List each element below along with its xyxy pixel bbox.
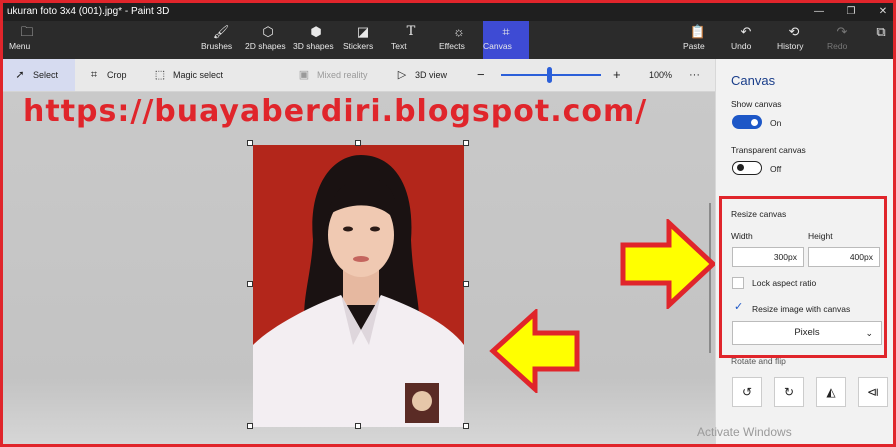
toggle-knob <box>751 118 758 126</box>
resize-handle-top-left[interactable] <box>247 140 253 146</box>
toolbar: ➚ Select ⌗ Crop ⬚ Magic select ▣ Mixed reali… <box>3 59 715 92</box>
window-title: ukuran foto 3x4 (001).jpg* - Paint 3D <box>7 6 170 17</box>
panel-toggle-button[interactable]: ⧉ <box>869 21 893 59</box>
3d-view-icon: ▷ <box>397 69 407 81</box>
zoom-out-button[interactable]: − <box>477 59 485 91</box>
canvas-icon: ⌗ <box>502 24 510 39</box>
3d-shapes-icon: ⬢ <box>310 24 322 39</box>
resize-handle-bottom-right[interactable] <box>463 423 469 429</box>
tab-brushes[interactable]: 🖌 Brushes <box>201 21 241 59</box>
undo-icon: ↶ <box>740 24 752 39</box>
cursor-icon: ➚ <box>15 69 25 81</box>
effects-icon: ☼ <box>453 24 465 39</box>
more-options-button[interactable]: ··· <box>689 59 700 91</box>
resize-handle-bottom-left[interactable] <box>247 423 253 429</box>
history-icon: ⟲ <box>788 24 800 39</box>
rotate-right-button[interactable]: ↻ <box>774 377 804 407</box>
magic-select-icon: ⬚ <box>154 69 166 81</box>
left-arrow-annotation <box>489 309 580 393</box>
resize-handle-top[interactable] <box>355 140 361 146</box>
zoom-level: 100% <box>649 70 673 80</box>
paste-button[interactable]: 📋 Paste <box>683 21 713 59</box>
ribbon: 🗀 Menu 🖌 Brushes ⬡ 2D shapes ⬢ 3D shapes… <box>3 21 893 59</box>
brush-icon: 🖌 <box>212 24 230 39</box>
resize-handle-left[interactable] <box>247 281 253 287</box>
crop-icon: ⌗ <box>90 69 98 81</box>
text-icon: T <box>406 24 416 39</box>
folder-icon: 🗀 <box>20 24 34 39</box>
3d-view-button[interactable]: ▷ 3D view <box>395 59 447 91</box>
transparent-canvas-label: Transparent canvas <box>731 145 806 155</box>
panel-title: Canvas <box>731 73 776 88</box>
app-window: ukuran foto 3x4 (001).jpg* - Paint 3D — … <box>0 0 896 447</box>
flip-vertical-icon: ⧏ <box>867 385 879 399</box>
2d-shapes-icon: ⬡ <box>262 24 274 39</box>
tab-text[interactable]: T Text <box>391 21 431 59</box>
activate-windows-watermark: Activate Windows <box>697 425 792 439</box>
transparent-canvas-toggle[interactable] <box>732 161 762 175</box>
rotate-right-icon: ↻ <box>783 385 795 399</box>
title-bar: ukuran foto 3x4 (001).jpg* - Paint 3D — … <box>3 3 893 21</box>
history-button[interactable]: ⟲ History <box>777 21 811 59</box>
rotate-left-icon: ↺ <box>741 385 753 399</box>
zoom-slider-thumb[interactable] <box>547 67 552 83</box>
paste-icon: 📋 <box>689 24 707 39</box>
canvas-image[interactable] <box>253 145 464 427</box>
maximize-button[interactable]: ❐ <box>835 3 867 21</box>
flip-horizontal-icon: ◭ <box>826 385 836 399</box>
menu-button[interactable]: 🗀 Menu <box>9 21 45 59</box>
flip-vertical-button[interactable]: ⧏ <box>858 377 888 407</box>
undo-button[interactable]: ↶ Undo <box>731 21 761 59</box>
tab-3d-shapes[interactable]: ⬢ 3D shapes <box>293 21 339 59</box>
resize-handle-right[interactable] <box>463 281 469 287</box>
close-button[interactable]: ✕ <box>867 3 893 21</box>
minimize-button[interactable]: — <box>803 3 835 21</box>
right-arrow-annotation <box>620 219 717 309</box>
collapse-panel-icon: ⧉ <box>876 24 886 39</box>
toggle-knob <box>737 164 744 171</box>
show-canvas-label: Show canvas <box>731 99 782 109</box>
zoom-in-button[interactable]: + <box>613 59 621 91</box>
stickers-icon: ◪ <box>356 24 370 39</box>
tab-canvas[interactable]: ⌗ Canvas <box>483 21 529 59</box>
redo-button[interactable]: ↷ Redo <box>827 21 857 59</box>
mixed-reality-icon: ▣ <box>298 69 310 81</box>
show-canvas-toggle[interactable] <box>732 115 762 129</box>
redo-icon: ↷ <box>836 24 848 39</box>
resize-canvas-highlight <box>719 196 887 358</box>
portrait-photo <box>253 145 464 427</box>
transparent-canvas-state: Off <box>770 164 782 174</box>
crop-tool[interactable]: ⌗ Crop <box>87 59 127 91</box>
tab-stickers[interactable]: ◪ Stickers <box>343 21 383 59</box>
select-tool[interactable]: ➚ Select <box>3 59 75 91</box>
show-canvas-state: On <box>770 118 782 128</box>
url-overlay-text: https://buayaberdiri.blogspot.com/ <box>23 94 648 129</box>
flip-horizontal-button[interactable]: ◭ <box>816 377 846 407</box>
mixed-reality-button[interactable]: ▣ Mixed reality <box>297 59 368 91</box>
resize-handle-top-right[interactable] <box>463 140 469 146</box>
tab-2d-shapes[interactable]: ⬡ 2D shapes <box>245 21 291 59</box>
resize-handle-bottom[interactable] <box>355 423 361 429</box>
tab-effects[interactable]: ☼ Effects <box>439 21 479 59</box>
rotate-left-button[interactable]: ↺ <box>732 377 762 407</box>
magic-select-tool[interactable]: ⬚ Magic select <box>153 59 223 91</box>
